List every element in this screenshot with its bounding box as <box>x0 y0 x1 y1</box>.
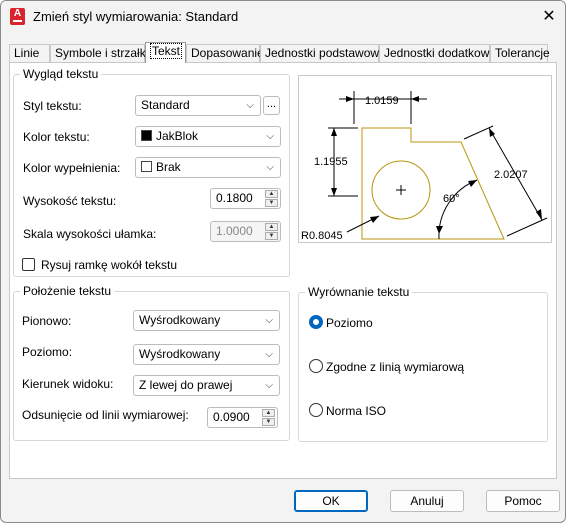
fill-color-value: Brak <box>156 160 181 174</box>
text-alignment-title: Wyrównanie tekstu <box>305 285 413 299</box>
vertical-combo[interactable]: Wyśrodkowany ⌵ <box>133 310 280 331</box>
spin-down-icon[interactable]: ▼ <box>265 232 278 240</box>
chevron-down-icon: ⌵ <box>265 315 273 326</box>
chevron-down-icon: ⌵ <box>246 100 254 111</box>
arrow-icon <box>411 96 419 102</box>
extension-line <box>506 217 548 237</box>
align-with-line-radio[interactable] <box>309 359 323 373</box>
offset-value: 0.0900 <box>213 410 250 424</box>
fill-color-swatch <box>141 161 152 172</box>
text-color-value: JakBlok <box>156 129 199 143</box>
dim-right-text: 2.0207 <box>494 169 528 181</box>
spin-up-icon[interactable]: ▲ <box>265 190 278 198</box>
text-appearance-title: Wygląd tekstu <box>20 67 102 81</box>
dialog-window: A Zmień styl wymiarowania: Standard ✕ Li… <box>0 0 566 523</box>
text-style-label: Styl tekstu: <box>23 99 82 113</box>
draw-frame-label: Rysuj ramkę wokół tekstu <box>41 258 178 272</box>
align-horizontal-radio[interactable] <box>309 315 323 329</box>
tab-alternate-units[interactable]: Jednostki dodatkowe <box>379 44 496 63</box>
text-placement-group: Położenie tekstu Pionowo: Wyśrodkowany ⌵… <box>13 284 290 441</box>
ok-button[interactable]: OK <box>294 490 368 512</box>
fill-color-label: Kolor wypełnienia: <box>23 161 121 175</box>
text-height-value: 0.1800 <box>216 191 253 205</box>
text-style-combo[interactable]: Standard ⌵ <box>135 95 261 116</box>
dim-radius-text: R0.8045 <box>301 230 343 242</box>
arrow-icon <box>489 128 495 137</box>
align-with-line-label: Zgodne z linią wymiarową <box>326 360 465 374</box>
cancel-button[interactable]: Anuluj <box>390 490 464 512</box>
vertical-label: Pionowo: <box>22 314 72 328</box>
extension-line <box>463 125 494 140</box>
chevron-down-icon: ⌵ <box>266 131 274 142</box>
offset-label: Odsunięcie od linii wymiarowej: <box>22 408 189 422</box>
spin-up-icon[interactable]: ▲ <box>265 223 278 231</box>
arrow-icon <box>436 226 443 234</box>
tab-symbols-arrows[interactable]: Symbole i strzałki <box>50 44 148 63</box>
chevron-down-icon: ⌵ <box>266 162 274 173</box>
draw-frame-checkbox[interactable] <box>22 258 35 271</box>
tab-text-label: Tekst <box>150 43 183 59</box>
arrow-icon <box>331 128 337 136</box>
fill-color-combo[interactable]: Brak ⌵ <box>135 157 281 178</box>
horizontal-label: Poziomo: <box>22 345 73 359</box>
spin-buttons[interactable]: ▲ ▼ <box>262 409 275 426</box>
preview-drawing: 1.0159 1.1955 2.0207 60° R0.8045 <box>301 91 548 242</box>
text-style-value: Standard <box>141 98 190 112</box>
text-color-label: Kolor tekstu: <box>23 130 90 144</box>
title-bar: A Zmień styl wymiarowania: Standard ✕ <box>1 1 565 33</box>
close-button[interactable]: ✕ <box>537 5 561 29</box>
vertical-value: Wyśrodkowany <box>139 313 221 327</box>
text-color-combo[interactable]: JakBlok ⌵ <box>135 126 281 147</box>
text-appearance-group: Wygląd tekstu Styl tekstu: Standard ⌵ ..… <box>13 67 290 277</box>
chevron-down-icon: ⌵ <box>265 380 273 391</box>
arrow-icon <box>331 188 337 196</box>
tab-fit[interactable]: Dopasowanie <box>186 44 264 63</box>
offset-spinner[interactable]: 0.0900 ▲ ▼ <box>207 407 278 428</box>
text-color-swatch <box>141 130 152 141</box>
arrow-icon <box>370 216 379 223</box>
dimension-preview: 1.0159 1.1955 2.0207 60° R0.8045 <box>298 75 552 243</box>
text-height-label: Wysokość tekstu: <box>23 194 117 208</box>
dim-top-text: 1.0159 <box>365 95 399 107</box>
spin-buttons[interactable]: ▲ ▼ <box>265 223 278 240</box>
window-title: Zmień styl wymiarowania: Standard <box>33 9 239 24</box>
align-iso-radio[interactable] <box>309 403 323 417</box>
dim-angle-text: 60° <box>443 193 460 205</box>
view-direction-value: Z lewej do prawej <box>139 378 233 392</box>
tab-lines[interactable]: Linie <box>9 44 50 63</box>
align-iso-label: Norma ISO <box>326 404 387 418</box>
autocad-app-icon: A <box>10 8 25 25</box>
view-direction-combo[interactable]: Z lewej do prawej ⌵ <box>133 375 280 396</box>
align-horizontal-label: Poziomo <box>326 316 373 330</box>
spin-buttons[interactable]: ▲ ▼ <box>265 190 278 207</box>
horizontal-value: Wyśrodkowany <box>139 347 221 361</box>
arrow-icon <box>468 180 477 187</box>
fraction-scale-value: 1.0000 <box>216 224 253 238</box>
dim-left-text: 1.1955 <box>314 156 348 168</box>
tab-text[interactable]: Tekst <box>145 42 186 63</box>
text-style-browse-button[interactable]: ... <box>263 96 280 115</box>
angle-arc <box>438 179 478 240</box>
tab-panel-text: Wygląd tekstu Styl tekstu: Standard ⌵ ..… <box>9 62 557 479</box>
spin-down-icon[interactable]: ▼ <box>265 199 278 207</box>
help-button[interactable]: Pomoc <box>486 490 560 512</box>
chevron-down-icon: ⌵ <box>265 349 273 360</box>
arrow-icon <box>346 96 354 102</box>
tab-primary-units[interactable]: Jednostki podstawowe <box>260 44 386 63</box>
horizontal-combo[interactable]: Wyśrodkowany ⌵ <box>133 344 280 365</box>
view-direction-label: Kierunek widoku: <box>22 377 114 391</box>
spin-down-icon[interactable]: ▼ <box>262 418 275 426</box>
preview-part-outline <box>361 127 505 240</box>
text-placement-title: Położenie tekstu <box>20 284 115 298</box>
text-height-spinner[interactable]: 0.1800 ▲ ▼ <box>210 188 281 209</box>
spin-up-icon[interactable]: ▲ <box>262 409 275 417</box>
text-alignment-group: Wyrównanie tekstu Poziomo Zgodne z linią… <box>298 285 548 442</box>
close-icon: ✕ <box>542 8 556 25</box>
tab-tolerances[interactable]: Tolerancje <box>490 44 550 63</box>
fraction-scale-spinner[interactable]: 1.0000 ▲ ▼ <box>210 221 281 242</box>
fraction-scale-label: Skala wysokości ułamka: <box>23 227 157 241</box>
